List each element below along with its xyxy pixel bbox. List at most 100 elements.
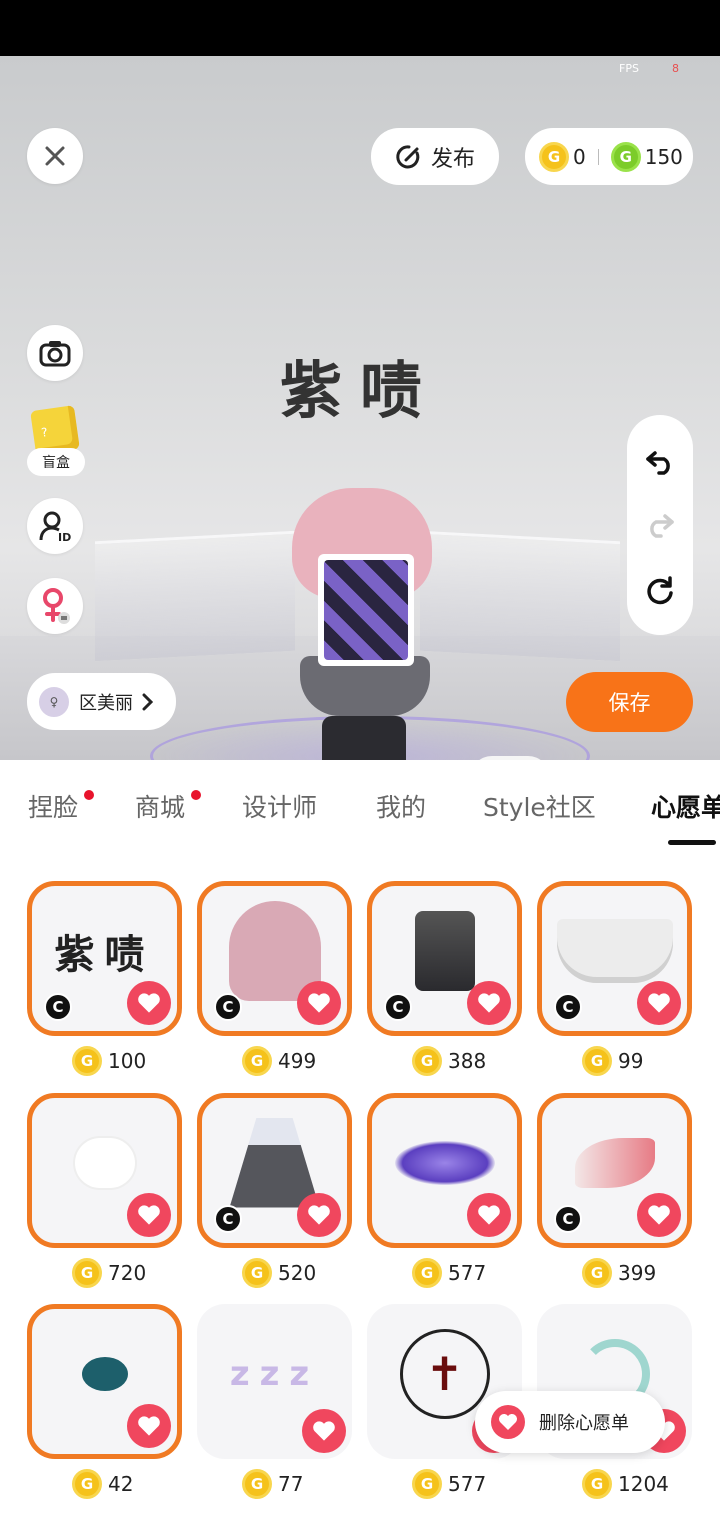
reset-icon: [647, 576, 673, 605]
green-coin-icon: G: [610, 141, 641, 172]
status-bar: [0, 0, 720, 56]
gold-coin-icon: G: [72, 1258, 102, 1288]
heart-icon[interactable]: [297, 981, 341, 1025]
tab-style-community[interactable]: Style社区: [483, 788, 596, 824]
item-price: G 720: [72, 1256, 146, 1290]
price-value: 577: [448, 1472, 487, 1496]
tab-face[interactable]: 捏脸: [28, 788, 78, 824]
price-value: 99: [618, 1049, 644, 1073]
heart-icon[interactable]: [297, 1193, 341, 1237]
price-value: 499: [278, 1049, 317, 1073]
tab-designer[interactable]: 设计师: [242, 788, 317, 824]
divider: [597, 148, 599, 165]
avatar-id-button[interactable]: ID: [27, 498, 83, 554]
gold-coin-icon: G: [582, 1258, 612, 1288]
heart-icon[interactable]: [637, 1193, 681, 1237]
wishlist-item-card[interactable]: C: [537, 1093, 692, 1248]
redo-button[interactable]: [627, 500, 693, 550]
heart-icon[interactable]: [127, 1404, 171, 1448]
item-price: G 99: [582, 1044, 643, 1078]
heart-icon[interactable]: [467, 981, 511, 1025]
chevron-right-icon: [142, 693, 153, 710]
wishlist-item-card[interactable]: C: [197, 1093, 352, 1248]
user-name: 区美丽: [79, 692, 133, 714]
tab-wishlist[interactable]: 心愿单: [651, 788, 720, 824]
tab-mine[interactable]: 我的: [376, 788, 426, 824]
close-icon: [45, 146, 65, 166]
active-tab-underline: [668, 840, 716, 845]
price-value: 100: [108, 1049, 147, 1073]
item-price: G 520: [242, 1256, 316, 1290]
publish-icon: [396, 144, 420, 168]
gender-switch-button[interactable]: [27, 578, 83, 634]
wishlist-item-card[interactable]: zzz: [197, 1304, 352, 1459]
green-coin-count: 150: [644, 144, 683, 169]
price-value: 1204: [618, 1472, 669, 1496]
blind-box-label: 盲盒: [27, 448, 85, 476]
reset-button[interactable]: [627, 565, 693, 615]
creator-badge-icon: C: [214, 1205, 242, 1233]
item-price: G 1204: [582, 1467, 669, 1501]
heart-icon[interactable]: [127, 1193, 171, 1237]
character-card: [318, 554, 414, 666]
gold-coin-icon: G: [412, 1469, 442, 1499]
item-price: G 577: [412, 1256, 486, 1290]
tab-shop[interactable]: 商城: [135, 788, 185, 824]
gold-coin-icon: G: [582, 1046, 612, 1076]
creator-badge-icon: C: [214, 993, 242, 1021]
gold-coin-icon: G: [242, 1469, 272, 1499]
blind-box-button[interactable]: ? 盲盒: [27, 405, 85, 476]
avatar: ♀: [37, 684, 71, 719]
remove-wishlist-button[interactable]: 删除心愿单: [475, 1391, 665, 1453]
camera-icon: [39, 341, 71, 367]
item-price: G 77: [242, 1467, 303, 1501]
currency-balance[interactable]: G 0 G 150: [525, 128, 693, 185]
undo-button[interactable]: [627, 437, 693, 487]
wishlist-item-card[interactable]: [27, 1093, 182, 1248]
heart-icon[interactable]: [302, 1409, 346, 1453]
character-legs: [322, 716, 406, 760]
close-button[interactable]: [27, 128, 83, 184]
gold-coin-icon: G: [72, 1469, 102, 1499]
user-id-icon: ID: [39, 511, 71, 543]
item-price: G 499: [242, 1044, 316, 1078]
heart-icon[interactable]: [127, 981, 171, 1025]
gold-coin-icon: G: [582, 1469, 612, 1499]
tab-face-dot: [84, 790, 94, 800]
item-price: G 577: [412, 1467, 486, 1501]
gold-coin-count: 0: [573, 144, 586, 169]
wishlist-item-card[interactable]: C: [197, 881, 352, 1036]
fps-value: 8: [672, 62, 679, 75]
price-value: 42: [108, 1472, 134, 1496]
heart-icon[interactable]: [467, 1193, 511, 1237]
wishlist-item-card[interactable]: C: [537, 881, 692, 1036]
heart-icon: [491, 1405, 525, 1439]
female-icon: [43, 588, 70, 624]
price-value: 520: [278, 1261, 317, 1285]
stage-name-text: 紫啧: [280, 354, 441, 427]
creator-badge-icon: C: [384, 993, 412, 1021]
price-value: 388: [448, 1049, 487, 1073]
camera-button[interactable]: [27, 325, 83, 381]
item-price: G 388: [412, 1044, 486, 1078]
wishlist-item-card[interactable]: [27, 1304, 182, 1459]
user-profile-pill[interactable]: ♀ 区美丽: [27, 673, 176, 730]
price-value: 720: [108, 1261, 147, 1285]
wishlist-item-card[interactable]: C: [367, 881, 522, 1036]
item-price: G 100: [72, 1044, 146, 1078]
gold-coin-icon: G: [412, 1046, 442, 1076]
wishlist-item-card[interactable]: 紫啧 C: [27, 881, 182, 1036]
publish-button[interactable]: 发布: [371, 128, 499, 185]
gold-coin-icon: G: [539, 141, 569, 172]
creator-badge-icon: C: [554, 1205, 582, 1233]
heart-icon[interactable]: [637, 981, 681, 1025]
history-controls: [627, 415, 693, 635]
price-value: 77: [278, 1472, 304, 1496]
gold-coin-icon: G: [412, 1258, 442, 1288]
save-button[interactable]: 保存: [566, 672, 693, 732]
left-wing: [95, 530, 295, 662]
svg-text:ID: ID: [58, 531, 71, 543]
tab-shop-dot: [191, 790, 201, 800]
wishlist-item-card[interactable]: [367, 1093, 522, 1248]
gold-coin-icon: G: [72, 1046, 102, 1076]
